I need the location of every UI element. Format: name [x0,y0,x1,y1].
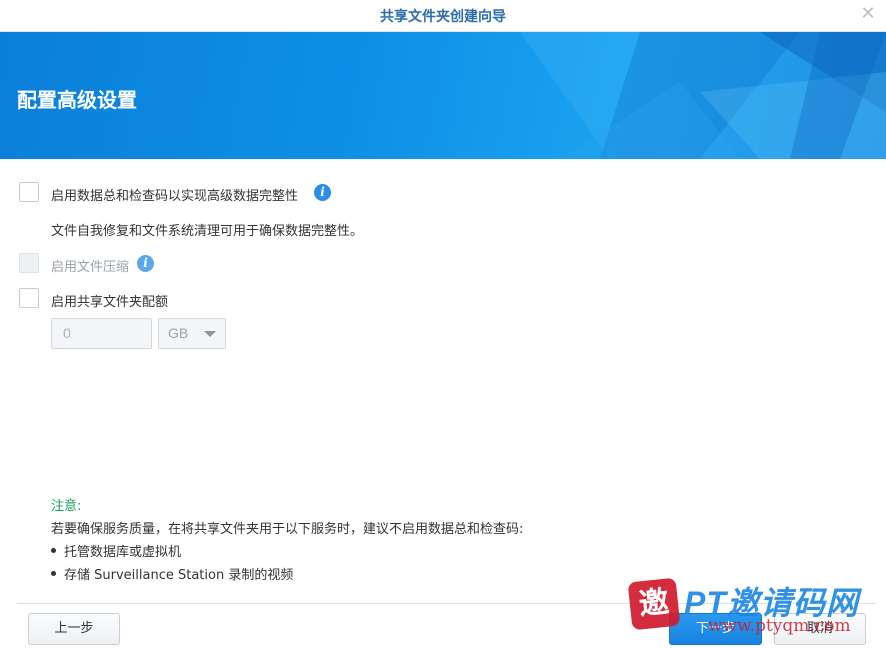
compression-checkbox [19,253,39,273]
list-item: 托管数据库或虚拟机 [51,541,181,560]
footer-divider [17,603,876,604]
checksum-label: 启用数据总和检查码以实现高级数据完整性 [51,189,299,204]
previous-button[interactable]: 上一步 [28,613,120,645]
info-icon[interactable]: i [137,255,154,272]
close-icon[interactable]: ✕ [858,4,878,24]
window-title: 共享文件夹创建向导 [380,9,506,25]
settings-panel: 启用数据总和检查码以实现高级数据完整性 i 文件自我修复和文件系统清理可用于确保… [0,159,886,604]
next-button[interactable]: 下一步 [669,613,762,645]
bullet-icon [51,548,56,553]
quota-size-input: 0 [51,318,152,349]
bullet-icon [51,571,56,576]
list-item: 存储 Surveillance Station 录制的视频 [51,564,293,583]
quota-label: 启用共享文件夹配额 [51,295,169,310]
note-title: 注意: [51,499,82,514]
quota-checkbox[interactable] [19,288,39,308]
compression-label: 启用文件压缩 [51,260,130,275]
chevron-down-icon [204,331,216,337]
title-bar: 共享文件夹创建向导 ✕ [0,0,886,32]
checksum-checkbox[interactable] [19,182,39,202]
page-title: 配置高级设置 [17,88,137,112]
list-item-text: 托管数据库或虚拟机 [64,545,182,560]
cancel-button[interactable]: 取消 [774,613,866,645]
info-icon[interactable]: i [314,184,331,201]
header-banner: 配置高级设置 [0,32,886,159]
quota-unit-value: GB [168,325,189,341]
list-item-text: 存储 Surveillance Station 录制的视频 [64,568,294,583]
note-text: 若要确保服务质量，在将共享文件夹用于以下服务时，建议不启用数据总和检查码: [51,522,524,537]
checksum-description: 文件自我修复和文件系统清理可用于确保数据完整性。 [51,224,364,239]
quota-unit-select: GB [158,318,226,349]
